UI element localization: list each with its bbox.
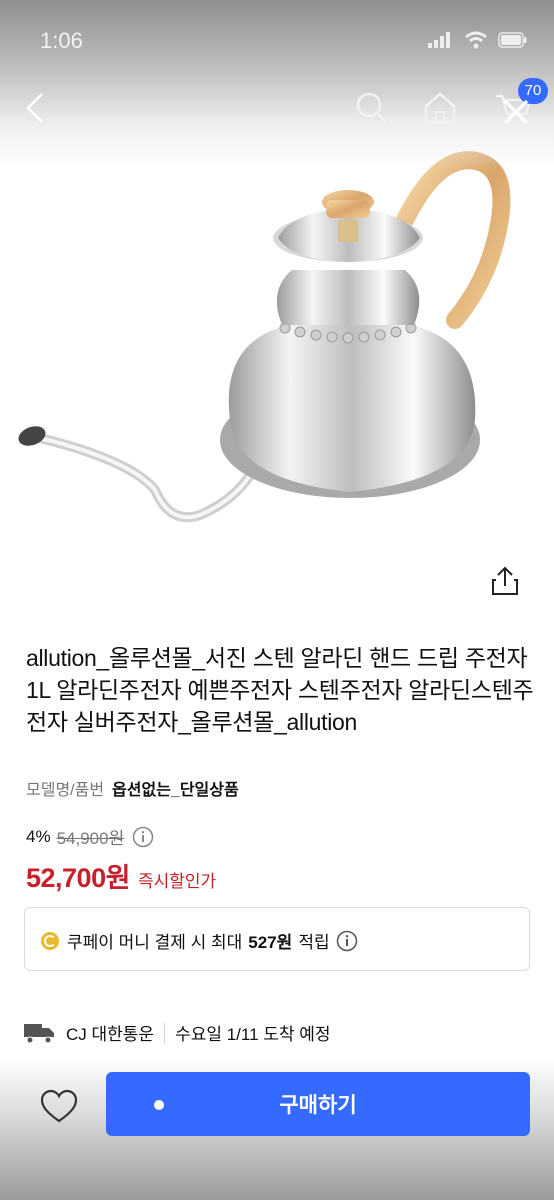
delivery-carrier: CJ 대한통운 [66, 1025, 155, 1044]
coupay-suffix: 적립 [298, 933, 330, 952]
truck-icon [24, 1023, 54, 1043]
signal-icon [428, 32, 450, 48]
touch-indicator [154, 1100, 164, 1110]
original-price: 54,900원 [56, 829, 125, 848]
home-icon[interactable] [420, 88, 460, 128]
delivery-divider [164, 1022, 166, 1043]
info-icon[interactable] [132, 826, 154, 848]
status-time: 1:06 [40, 28, 83, 53]
share-icon[interactable] [488, 564, 522, 598]
discount-rate: 4% [26, 826, 51, 846]
status-icons [428, 31, 528, 49]
heart-icon[interactable] [38, 1086, 80, 1128]
back-icon[interactable] [20, 88, 50, 128]
coin-icon [41, 931, 59, 950]
model-label: 모델명/품번 [26, 782, 105, 799]
coupay-amount: 527원 [248, 933, 293, 952]
nav-bar [0, 80, 554, 140]
model-value: 옵션없는_단일상품 [112, 782, 239, 799]
sale-tag: 즉시할인가 [137, 872, 217, 891]
coupay-reward-box[interactable]: 쿠페이 머니 결제 시 최대 527원 적립 [24, 907, 530, 971]
discount-row: 4% 54,900원 [26, 824, 154, 849]
bottom-action-bar: 구매하기 [0, 1058, 554, 1200]
model-row: 모델명/품번 옵션없는_단일상품 [26, 776, 239, 800]
wifi-icon [465, 31, 487, 49]
battery-icon [498, 32, 527, 48]
delivery-arrival: 수요일 1/11 도착 예정 [175, 1025, 331, 1044]
price-row: 52,700원 즉시할인가 [26, 856, 216, 895]
coupay-prefix: 쿠페이 머니 결제 시 최대 [67, 933, 243, 952]
close-icon[interactable] [500, 96, 532, 128]
info-icon[interactable] [336, 930, 358, 952]
search-icon[interactable] [352, 88, 392, 128]
status-bar: 1:06 [0, 0, 554, 80]
product-image [18, 151, 511, 523]
coupay-reward-text: 쿠페이 머니 결제 시 최대 527원 적립 [41, 928, 358, 953]
sale-price: 52,700원 [26, 863, 130, 893]
buy-button[interactable]: 구매하기 [106, 1072, 530, 1136]
delivery-row: CJ 대한통운 수요일 1/11 도착 예정 [24, 1020, 331, 1045]
product-title: allution_올루션몰_서진 스텐 알라딘 핸드 드립 주전자 1L 알라딘… [26, 645, 534, 735]
